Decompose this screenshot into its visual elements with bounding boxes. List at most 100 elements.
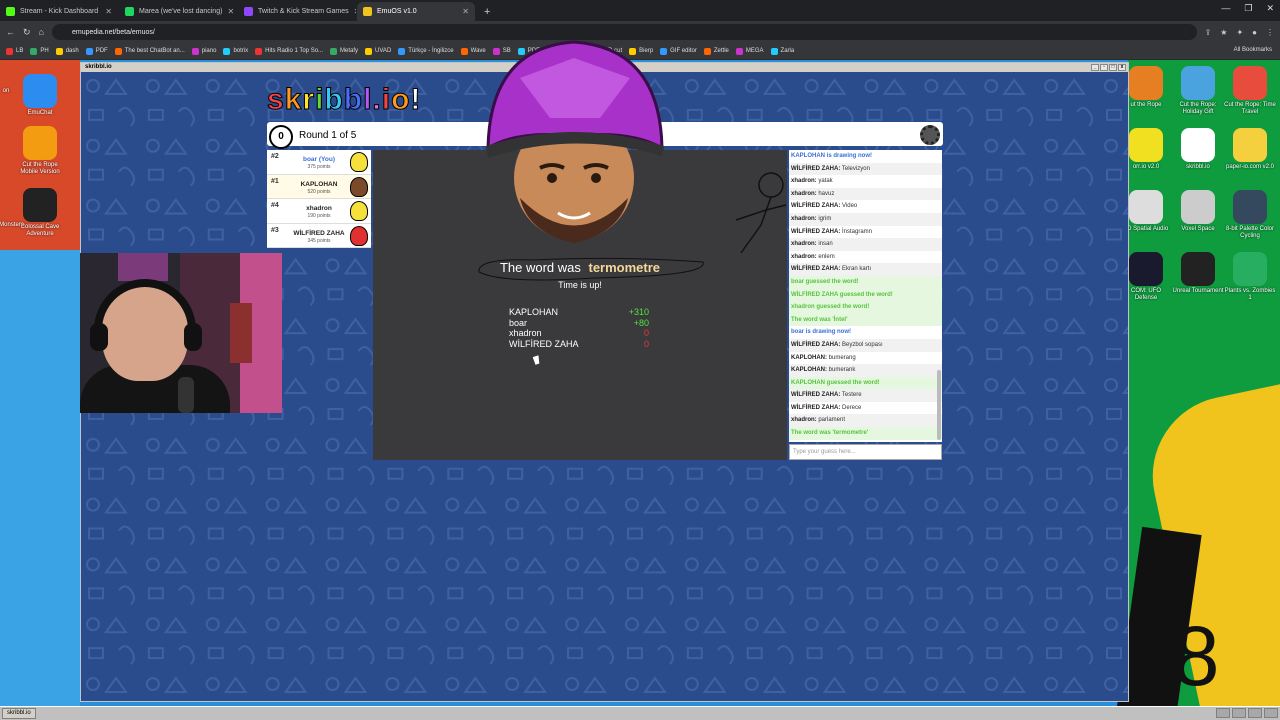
share-icon[interactable]: ⇪: [1205, 28, 1212, 37]
desktop-icon[interactable]: EmuChat: [14, 74, 66, 117]
bookmark-item[interactable]: piano: [191, 47, 216, 55]
player-row[interactable]: #3 WİLFİRED ZAHA 345 points: [267, 224, 371, 248]
player-points: 190 points: [307, 213, 331, 219]
chat-username: xhadron:: [791, 253, 817, 260]
chat-message: KAPLOHAN guessed the word!: [789, 376, 942, 390]
bookmark-label: Zarla: [780, 48, 795, 54]
all-bookmarks-button[interactable]: All Bookmarks: [1234, 47, 1272, 53]
bookmark-item[interactable]: botrix: [223, 47, 248, 55]
chat-message: xhadron guessed the word!: [789, 301, 942, 314]
browser-tab[interactable]: EmuOS v1.0 ✕: [357, 2, 475, 21]
chat-text: İnstagramn: [842, 228, 873, 235]
player-row[interactable]: #4 xhadron 190 points: [267, 199, 371, 224]
desktop-wallpaper-text: 98: [1132, 609, 1219, 703]
maximize-icon[interactable]: ❐: [1244, 3, 1252, 14]
desktop-icon-image: [1233, 190, 1267, 224]
tab-close-icon[interactable]: ✕: [227, 7, 234, 16]
guess-input[interactable]: Type your guess here...: [789, 444, 942, 460]
desktop-icon-image: [1129, 66, 1163, 100]
extensions-icon[interactable]: ✦: [1236, 28, 1243, 37]
chat-scrollbar[interactable]: [937, 370, 941, 440]
bookmark-item[interactable]: UVAD: [365, 47, 391, 55]
desktop-icon-image: [23, 188, 57, 222]
back-icon[interactable]: ←: [6, 27, 15, 37]
player-row[interactable]: #1 KAPLOHAN 520 points: [267, 174, 371, 199]
chat-text: The word was 'termometre': [791, 430, 869, 437]
chat-text: KAPLOHAN is drawing now!: [791, 153, 872, 159]
chat-message: boar guessed the word!: [789, 275, 942, 289]
player-row[interactable]: #2 boar (You) 375 points: [267, 150, 371, 175]
desktop-icon[interactable]: Cut the Rope: Time Travel: [1224, 66, 1276, 116]
browser-tab[interactable]: Twitch & Kick Stream Games ✕: [238, 2, 356, 21]
new-tab-button[interactable]: +: [476, 6, 498, 21]
bookmark-item[interactable]: The best ChatBot an...: [114, 47, 185, 55]
browser-tab[interactable]: Marea (we've lost dancing) ✕: [119, 2, 237, 21]
desktop-icon-label: Cut the Rope: Time Travel: [1224, 102, 1276, 115]
desktop-icon[interactable]: Cut the Rope Mobile Version: [14, 126, 66, 176]
bookmark-star-icon[interactable]: ★: [1220, 28, 1227, 37]
window-minimize-icon[interactable]: _: [1091, 64, 1099, 71]
desktop-icon-image: [1181, 66, 1215, 100]
desktop-icon-image: [1233, 66, 1267, 100]
desktop-icon-image: [1129, 128, 1163, 162]
tab-close-icon[interactable]: ✕: [354, 7, 356, 16]
result-score: +310: [628, 307, 649, 317]
tab-close-icon[interactable]: ✕: [462, 7, 469, 16]
desktop-icon-partial-label: on: [2, 88, 10, 94]
minimize-icon[interactable]: —: [1221, 3, 1230, 14]
bookmark-item[interactable]: Zettle: [703, 47, 729, 55]
tab-close-icon[interactable]: ✕: [105, 7, 112, 16]
chat-text: havuz: [818, 190, 835, 197]
desktop-icon[interactable]: paper-io.com v2.0: [1224, 128, 1276, 171]
bookmark-item[interactable]: PH: [30, 47, 49, 55]
chat-text: enlem: [818, 253, 835, 260]
bookmark-item[interactable]: Metafy: [330, 47, 358, 55]
desktop-icon-image: [23, 126, 57, 160]
result-row: boar +80: [509, 318, 649, 329]
desktop-icon[interactable]: Plants vs. Zombies 1: [1224, 252, 1276, 302]
round-indicator: Round 1 of 5: [299, 130, 357, 141]
profile-icon[interactable]: ●: [1252, 28, 1257, 37]
bookmark-item[interactable]: Türkçe - İngilizce: [398, 47, 454, 55]
player-name: xhadron: [306, 205, 332, 212]
bookmark-item[interactable]: Hits Radio 1 Top So...: [255, 47, 324, 55]
tab-title: Marea (we've lost dancing): [139, 8, 223, 15]
window-maximize-icon[interactable]: □: [1109, 64, 1117, 71]
chat-message: xhadron: parlament: [789, 414, 942, 428]
desktop-icon[interactable]: Colossal Cave Adventure: [14, 188, 66, 238]
window-controls: — ❐ ✕: [1221, 3, 1274, 14]
bookmark-item[interactable]: Zarla: [770, 47, 795, 55]
desktop-icon-image: [1129, 252, 1163, 286]
bookmark-label: Hits Radio 1 Top So...: [265, 48, 324, 54]
desktop-icon[interactable]: Cut the Rope: Holiday Gift: [1172, 66, 1224, 116]
desktop-icon[interactable]: 8-bit Palette Color Cycling: [1224, 190, 1276, 240]
close-icon[interactable]: ✕: [1266, 3, 1274, 14]
chat-message: xhadron: havuz: [789, 187, 942, 201]
player-rank: #3: [271, 226, 279, 234]
result-score: 0: [643, 338, 649, 349]
window-close-icon[interactable]: x: [1118, 64, 1126, 71]
menu-icon[interactable]: ⋮: [1266, 28, 1274, 37]
window-restore-icon[interactable]: ▫: [1100, 64, 1108, 71]
bookmark-label: GIF editor: [670, 48, 697, 54]
bookmark-item[interactable]: MEGA: [735, 47, 764, 55]
bookmark-item[interactable]: PDF: [85, 47, 108, 55]
player-avatar: [350, 225, 368, 246]
reload-icon[interactable]: ↻: [23, 27, 31, 38]
webcam-overlay: [80, 253, 282, 413]
tab-favicon-icon: [6, 7, 15, 16]
bookmark-item[interactable]: LB: [6, 47, 23, 55]
bookmark-favicon-icon: [703, 47, 711, 55]
desktop-icon[interactable]: Voxel Space: [1172, 190, 1224, 233]
chat-username: WİLFİRED ZAHA:: [791, 165, 841, 172]
word-reveal: The word was termometre: [373, 260, 787, 275]
desktop-icon[interactable]: skribbl.io: [1172, 128, 1224, 171]
taskbar-item-skribbl[interactable]: skribbl.io: [2, 708, 36, 719]
browser-tab[interactable]: Stream - Kick Dashboard ✕: [0, 2, 118, 21]
home-icon[interactable]: ⌂: [39, 27, 44, 37]
desktop-icon-label: Voxel Space: [1181, 226, 1215, 232]
bookmark-item[interactable]: dash: [55, 47, 79, 55]
chat-text: boar is drawing now!: [791, 329, 852, 336]
settings-gear-icon[interactable]: [920, 125, 940, 145]
desktop-icon[interactable]: Unreal Tournament: [1172, 252, 1224, 295]
